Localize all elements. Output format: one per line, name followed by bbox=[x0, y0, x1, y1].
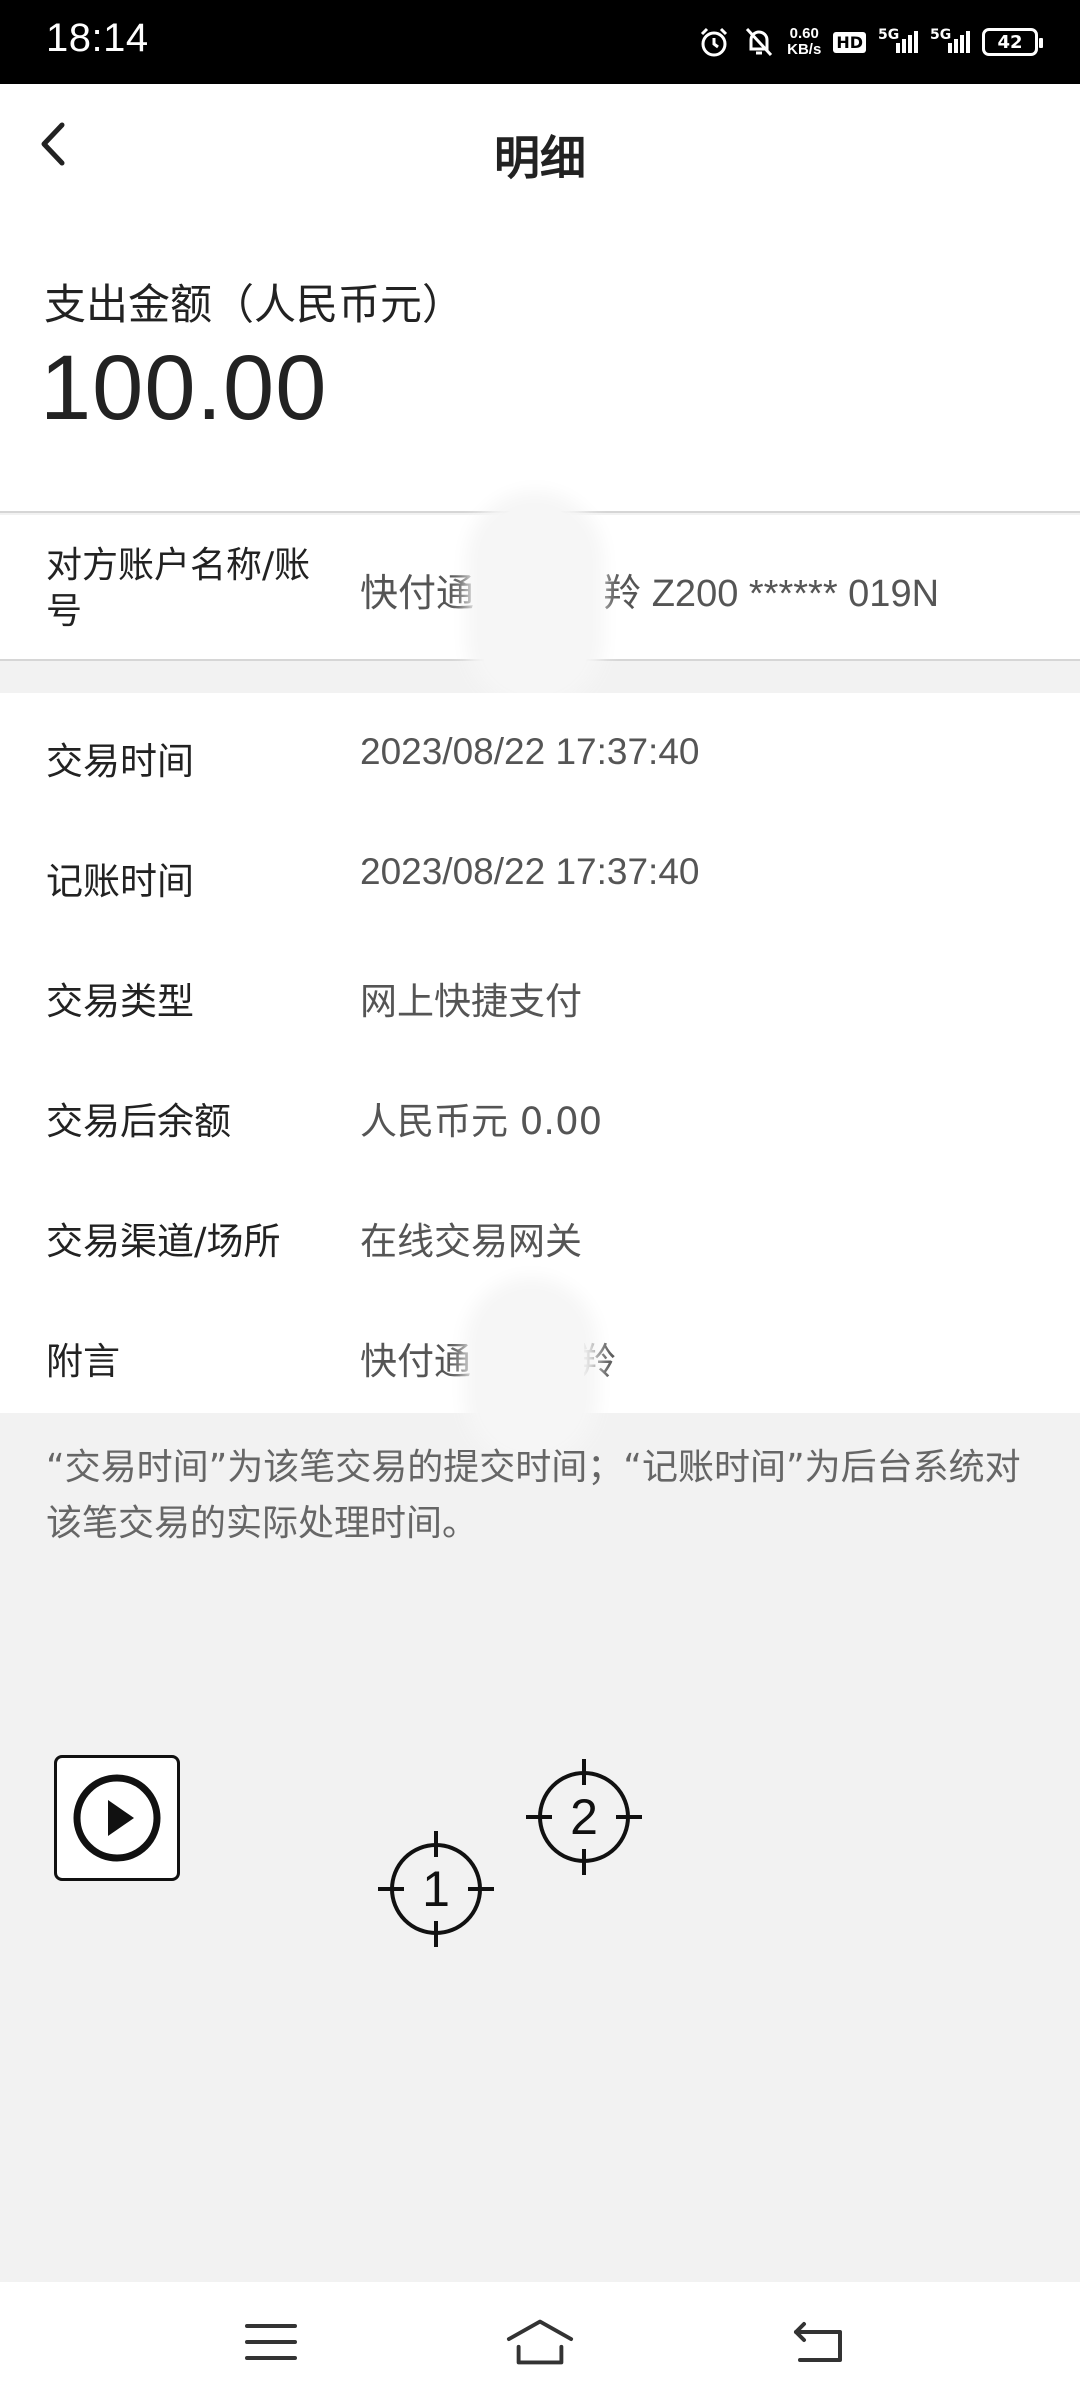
detail-row-channel: 交易渠道/场所 在线交易网关 bbox=[0, 1173, 1080, 1293]
time-note: “交易时间”为该笔交易的提交时间；“记账时间”为后台系统对该笔交易的实际处理时间… bbox=[46, 1447, 1021, 1544]
network-speed-value: 0.60 bbox=[789, 25, 819, 42]
target-label-1: 1 bbox=[422, 1861, 450, 1917]
redaction-blur bbox=[478, 1291, 584, 1451]
signal-icon-sim1: 5G bbox=[878, 27, 918, 53]
network-speed: 0.60 KB/s bbox=[787, 26, 821, 58]
status-bar: 18:14 0.60 KB/s HD 5G 5G 42 bbox=[0, 0, 1080, 84]
counterparty-row: 对方账户名称/账号 快付通 羚 Z200 ****** 019N bbox=[0, 505, 1080, 695]
detail-row-booking-time: 记账时间 2023/08/22 17:37:40 bbox=[0, 813, 1080, 933]
app-header: 明细 bbox=[0, 84, 1080, 226]
remark-prefix: 快付通 bbox=[360, 1340, 471, 1383]
status-icons: 0.60 KB/s HD 5G 5G 42 bbox=[697, 18, 1043, 66]
amount-label: 支出金额（人民币元） bbox=[44, 280, 465, 329]
detail-value: 在线交易网关 bbox=[360, 1220, 582, 1263]
counterparty-value: 快付通 羚 Z200 ****** 019N bbox=[360, 562, 939, 617]
home-icon bbox=[506, 2319, 574, 2365]
detail-row-trade-type: 交易类型 网上快捷支付 bbox=[0, 933, 1080, 1053]
battery-icon: 42 bbox=[982, 28, 1043, 56]
amount-value: 100.00 bbox=[40, 337, 328, 439]
details-list: 交易时间 2023/08/22 17:37:40 记账时间 2023/08/22… bbox=[0, 693, 1080, 1451]
counterparty-name-tail: 羚 bbox=[603, 571, 642, 615]
sim1-label: 5G bbox=[878, 27, 900, 43]
play-icon bbox=[73, 1774, 161, 1862]
target-label-2: 2 bbox=[570, 1789, 598, 1845]
page-title: 明细 bbox=[494, 131, 586, 185]
alarm-icon bbox=[701, 27, 728, 57]
redaction-blur bbox=[480, 505, 590, 695]
mute-icon bbox=[746, 27, 773, 57]
detail-label: 附言 bbox=[46, 1340, 120, 1383]
hd-badge: HD bbox=[833, 31, 866, 53]
counterparty-label: 对方账户名称/账号 bbox=[46, 545, 311, 632]
network-speed-unit: KB/s bbox=[787, 41, 822, 58]
amount-section: 支出金额（人民币元） 100.00 bbox=[0, 226, 1080, 513]
detail-row-balance: 交易后余额 人民币元 0.00 bbox=[0, 1053, 1080, 1173]
target-marker-1[interactable]: 1 bbox=[376, 1829, 496, 1949]
detail-value: 2023/08/22 17:37:40 bbox=[360, 731, 700, 772]
detail-label: 记账时间 bbox=[46, 860, 194, 903]
detail-label: 交易类型 bbox=[46, 980, 194, 1023]
detail-label: 交易渠道/场所 bbox=[46, 1220, 281, 1263]
nav-back-button[interactable] bbox=[785, 2312, 855, 2372]
detail-label: 交易时间 bbox=[46, 740, 194, 783]
nav-home-button[interactable] bbox=[505, 2312, 575, 2372]
battery-level: 42 bbox=[997, 31, 1023, 53]
status-time: 18:14 bbox=[46, 16, 149, 60]
detail-value: 人民币元 0.00 bbox=[360, 1100, 603, 1143]
detail-row-trade-time: 交易时间 2023/08/22 17:37:40 bbox=[0, 693, 1080, 813]
counterparty-name-prefix: 快付通 bbox=[360, 571, 475, 615]
nav-menu-button[interactable] bbox=[236, 2312, 306, 2372]
menu-icon bbox=[245, 2324, 297, 2360]
remark-tail: 羚 bbox=[579, 1340, 616, 1383]
detail-label: 交易后余额 bbox=[46, 1100, 231, 1143]
signal-icon-sim2: 5G bbox=[930, 27, 970, 53]
counterparty-account: Z200 ****** 019N bbox=[651, 573, 940, 615]
detail-value: 网上快捷支付 bbox=[360, 980, 582, 1023]
play-button[interactable] bbox=[54, 1755, 180, 1881]
target-marker-2[interactable]: 2 bbox=[524, 1757, 644, 1877]
detail-value: 2023/08/22 17:37:40 bbox=[360, 851, 700, 892]
system-nav-bar bbox=[0, 2282, 1080, 2408]
sim2-label: 5G bbox=[930, 27, 952, 43]
back-icon bbox=[794, 2322, 842, 2362]
